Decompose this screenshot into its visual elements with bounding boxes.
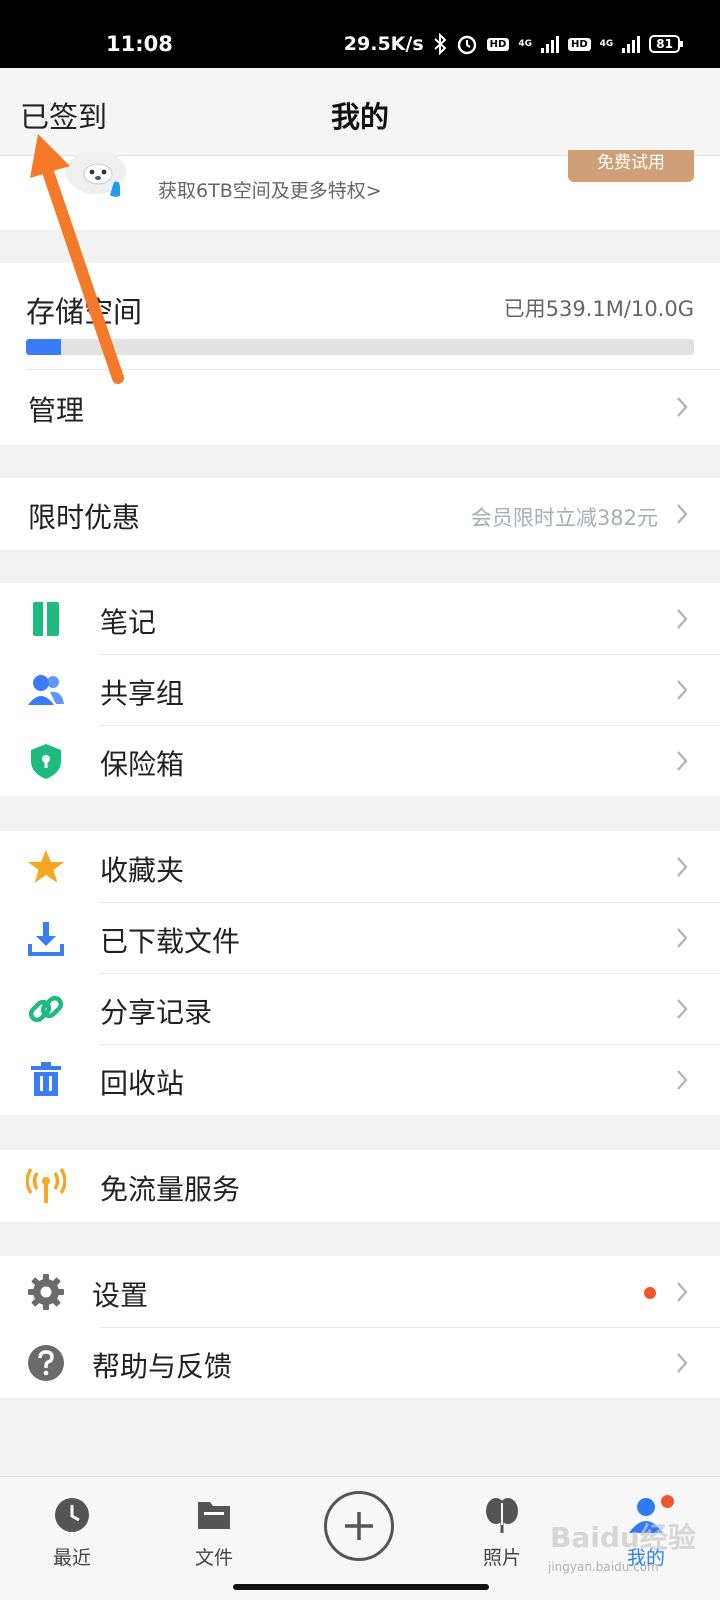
watermark-logo: Baidu经验 — [550, 1521, 696, 1554]
chevron-right-icon — [677, 397, 688, 417]
list-item-label: 免流量服务 — [100, 1173, 241, 1206]
tab-photos[interactable]: 照片 — [452, 1495, 552, 1585]
signal-icon-1 — [540, 35, 559, 53]
gear-icon — [28, 1274, 64, 1310]
offer-row[interactable]: 限时优惠 会员限时立减382元 — [0, 478, 720, 550]
notification-dot — [644, 1287, 656, 1299]
photo-icon — [486, 1498, 518, 1533]
storage-title: 存储空间 — [26, 295, 143, 329]
profile-card[interactable]: 获取6TB空间及更多特权> 免费试用 — [0, 150, 720, 230]
list-item-downloads[interactable]: 已下载文件 — [0, 902, 720, 974]
manage-label: 管理 — [28, 394, 85, 427]
avatar[interactable] — [60, 152, 134, 212]
chevron-right-icon — [677, 504, 688, 524]
upload-plus-button[interactable] — [324, 1491, 394, 1561]
chevron-right-icon — [677, 1070, 688, 1090]
list-item-label: 收藏夹 — [100, 854, 185, 887]
chevron-right-icon — [677, 1282, 688, 1302]
offer-label: 限时优惠 — [28, 501, 141, 534]
free-traffic-card: 免流量服务 — [0, 1150, 720, 1222]
storage-progress-fill — [26, 339, 62, 355]
chevron-right-icon — [677, 857, 688, 877]
chevron-right-icon — [677, 751, 688, 771]
trash-icon — [31, 1062, 61, 1096]
tab-label: 文件 — [194, 1547, 233, 1569]
battery-icon: 81 — [649, 35, 683, 53]
notification-dot — [661, 1495, 674, 1508]
signal-icon-2 — [622, 35, 641, 53]
tab-label: 最近 — [52, 1547, 91, 1569]
settings-card: 设置 帮助与反馈 — [0, 1256, 720, 1398]
list-item-label: 保险箱 — [100, 748, 185, 781]
list-item-label: 帮助与反馈 — [92, 1350, 233, 1383]
files-card: 收藏夹 已下载文件 分享记录 回收站 — [0, 831, 720, 1115]
tools-card: 笔记 共享组 保险箱 — [0, 583, 720, 796]
list-item-label: 分享记录 — [100, 996, 213, 1029]
watermark-url: jingyan.baidu.com — [548, 1560, 659, 1574]
star-icon — [28, 850, 64, 883]
list-item-favorites[interactable]: 收藏夹 — [0, 831, 720, 903]
note-icon — [33, 602, 59, 636]
plus-icon — [345, 1512, 373, 1540]
list-item-settings[interactable]: 设置 — [0, 1256, 720, 1328]
bluetooth-icon — [433, 33, 447, 55]
tab-label: 照片 — [482, 1547, 521, 1569]
tab-files[interactable]: 文件 — [164, 1495, 264, 1585]
list-item-label: 已下载文件 — [100, 925, 241, 958]
network-type-2: 4G — [599, 38, 614, 49]
list-item-label: 笔记 — [100, 606, 157, 639]
chevron-right-icon — [677, 999, 688, 1019]
list-item-label: 设置 — [92, 1279, 149, 1312]
storage-used: 已用539.1M/10.0G — [503, 297, 694, 321]
home-indicator[interactable] — [233, 1584, 489, 1590]
antenna-icon — [26, 1168, 66, 1203]
manage-row[interactable]: 管理 — [0, 371, 720, 443]
safe-shield-icon — [31, 744, 61, 779]
list-item-free-traffic[interactable]: 免流量服务 — [0, 1150, 720, 1222]
folder-icon — [198, 1502, 230, 1529]
alarm-icon — [457, 35, 476, 55]
chevron-right-icon — [677, 1353, 688, 1373]
chevron-right-icon — [677, 680, 688, 700]
list-item-help[interactable]: 帮助与反馈 — [0, 1327, 720, 1399]
network-type-1: 4G — [518, 38, 532, 49]
list-item-recycle-bin[interactable]: 回收站 — [0, 1044, 720, 1116]
top-header: 已签到 我的 — [0, 68, 720, 156]
help-icon — [28, 1345, 64, 1381]
offer-detail: 会员限时立减382元 — [470, 506, 658, 530]
storage-progress-bar — [26, 339, 694, 355]
storage-card: 存储空间 已用539.1M/10.0G 管理 — [0, 263, 720, 445]
clock-icon — [55, 1498, 89, 1532]
status-time: 11:08 — [106, 32, 173, 56]
free-trial-button[interactable]: 免费试用 — [568, 150, 694, 182]
status-bar: 11:08 29.5K/s HD 4G HD 4G 81 — [0, 0, 720, 68]
hd-badge-1: HD — [486, 37, 510, 51]
list-item-label: 回收站 — [100, 1067, 185, 1100]
free-trial-label: 免费试用 — [597, 153, 665, 173]
hd-badge-2: HD — [567, 37, 591, 51]
network-speed: 29.5K/s — [343, 33, 424, 55]
status-indicators: 29.5K/s HD 4G HD 4G 81 — [343, 33, 683, 55]
vip-promo-link[interactable]: 获取6TB空间及更多特权> — [158, 176, 382, 203]
tab-recent[interactable]: 最近 — [22, 1495, 122, 1585]
chevron-right-icon — [677, 609, 688, 629]
chevron-right-icon — [677, 928, 688, 948]
list-item-label: 共享组 — [100, 677, 185, 710]
list-item-share-history[interactable]: 分享记录 — [0, 973, 720, 1045]
list-item-safe[interactable]: 保险箱 — [0, 725, 720, 797]
page-title: 我的 — [330, 100, 389, 134]
list-item-share-group[interactable]: 共享组 — [0, 654, 720, 726]
list-item-notes[interactable]: 笔记 — [0, 583, 720, 655]
group-icon — [28, 675, 64, 705]
divider — [26, 369, 720, 370]
download-icon — [28, 922, 64, 956]
offer-card: 限时优惠 会员限时立减382元 — [0, 478, 720, 550]
link-icon — [28, 995, 64, 1023]
